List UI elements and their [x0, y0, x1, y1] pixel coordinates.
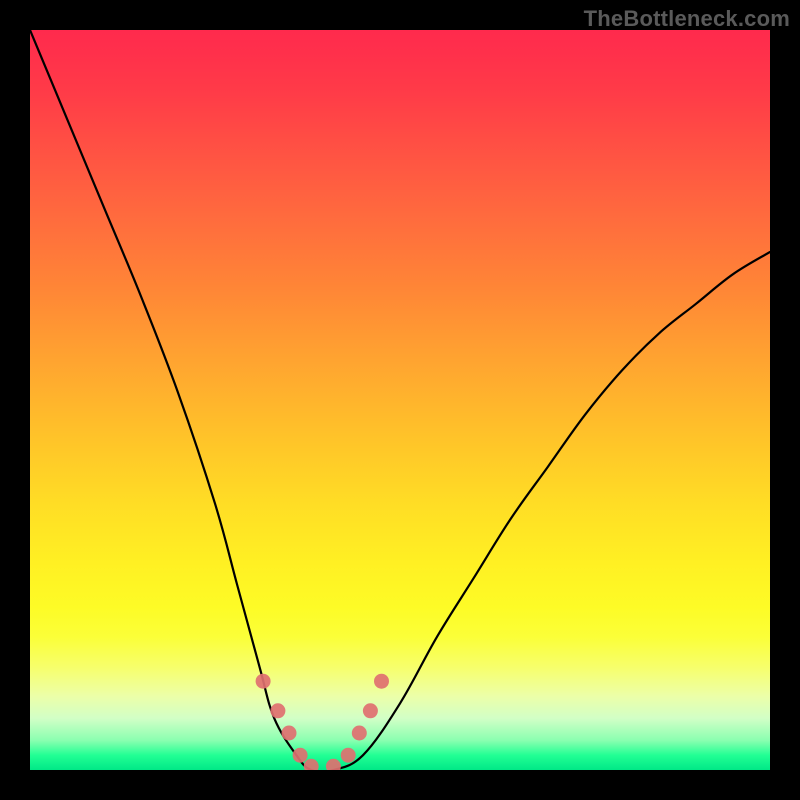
curve-marker [352, 726, 367, 741]
plot-area [30, 30, 770, 770]
curve-marker [363, 703, 378, 718]
curve-marker [374, 674, 389, 689]
curve-layer [30, 30, 770, 770]
chart-canvas: TheBottleneck.com [0, 0, 800, 800]
curve-marker [270, 703, 285, 718]
bottleneck-curve [30, 30, 770, 770]
watermark-text: TheBottleneck.com [584, 6, 790, 32]
curve-marker [282, 726, 297, 741]
curve-marker [341, 748, 356, 763]
curve-marker [293, 748, 308, 763]
curve-marker [304, 759, 319, 770]
curve-marker [256, 674, 271, 689]
curve-marker [326, 759, 341, 770]
